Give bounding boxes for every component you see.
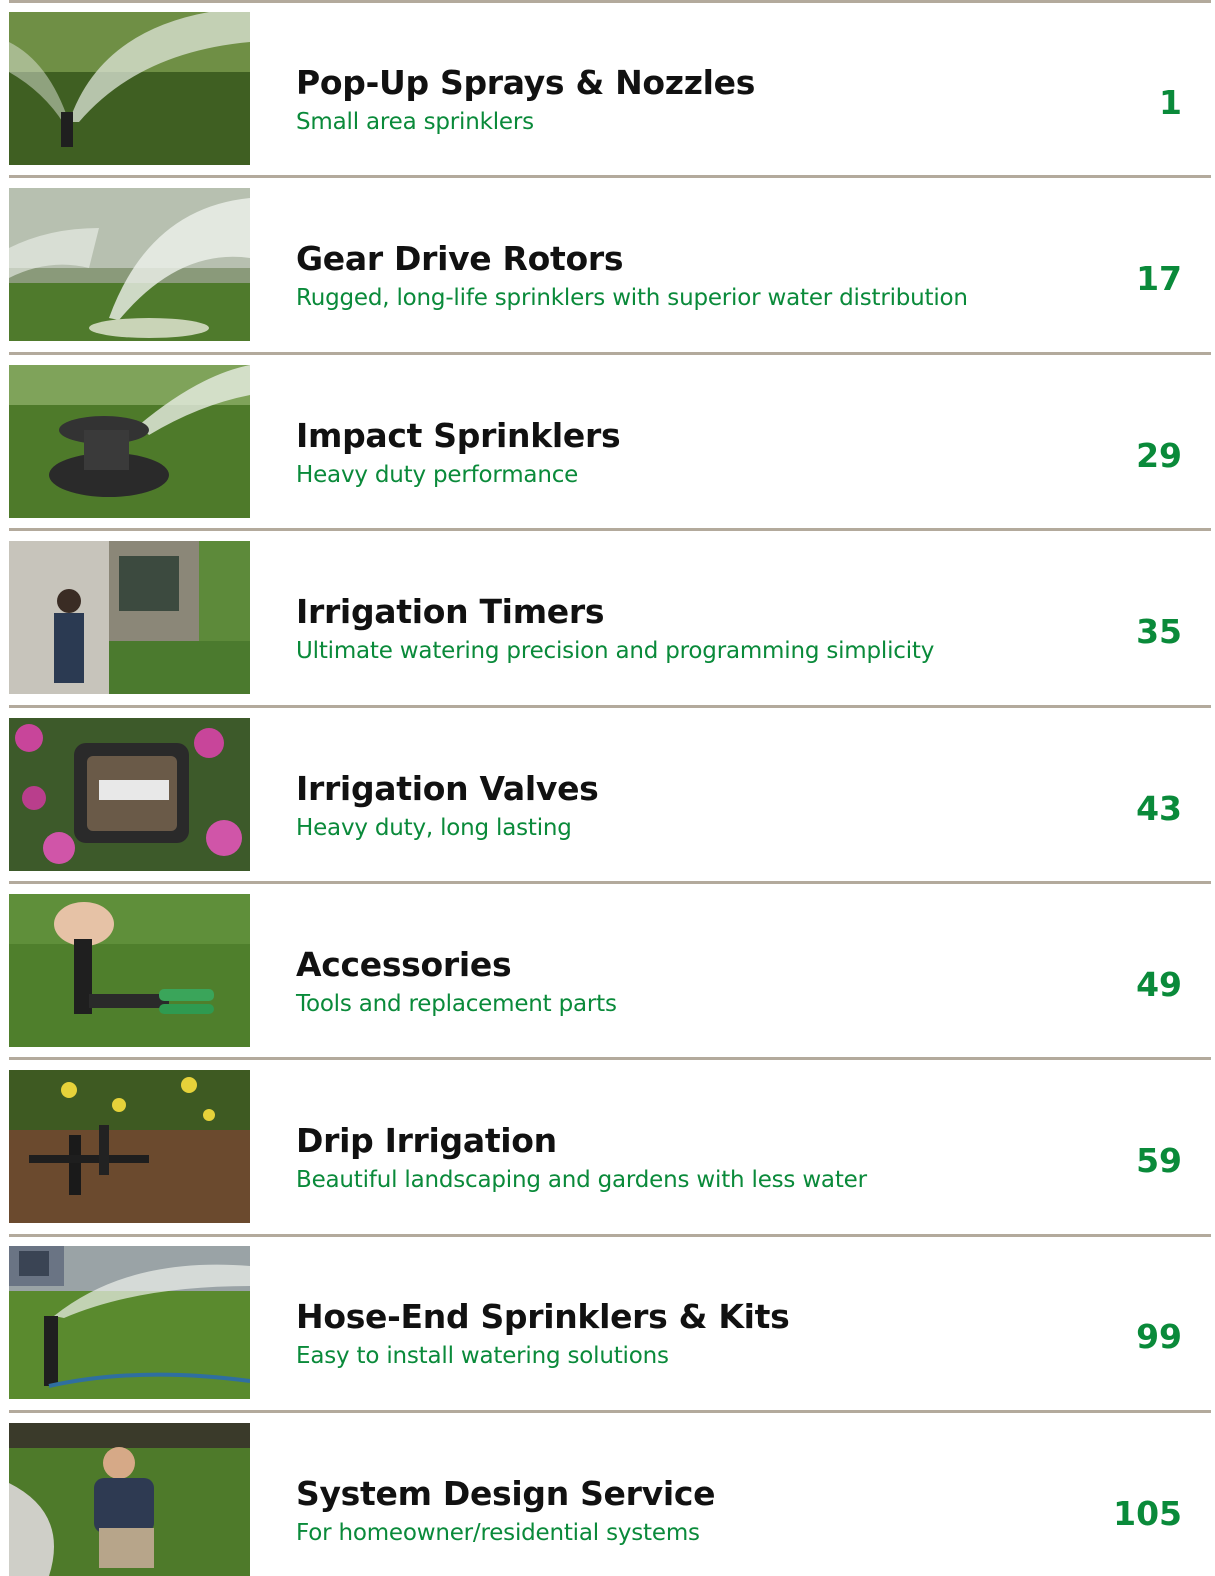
entry-subtitle: Small area sprinklers: [296, 109, 534, 135]
entry-page-number: 1: [1159, 83, 1182, 122]
toc-entry-impact-sprinklers[interactable]: Impact Sprinklers Heavy duty performance…: [0, 365, 1215, 518]
entry-page-number: 99: [1136, 1317, 1182, 1356]
entry-title: Accessories: [296, 945, 512, 984]
divider: [9, 528, 1211, 531]
hose-end-sprinkler-photo: [9, 1246, 250, 1399]
entry-title: Irrigation Timers: [296, 592, 605, 631]
toc-entry-accessories[interactable]: Accessories Tools and replacement parts …: [0, 894, 1215, 1047]
entry-subtitle: Heavy duty performance: [296, 462, 579, 488]
entry-title: Hose-End Sprinklers & Kits: [296, 1297, 790, 1336]
entry-title: Drip Irrigation: [296, 1121, 557, 1160]
entry-subtitle: Tools and replacement parts: [296, 991, 617, 1017]
toc-entry-drip-irrigation[interactable]: Drip Irrigation Beautiful landscaping an…: [0, 1070, 1215, 1223]
entry-page-number: 43: [1136, 789, 1182, 828]
entry-page-number: 17: [1136, 259, 1182, 298]
entry-page-number: 59: [1136, 1141, 1182, 1180]
toc-entry-hose-end-sprinklers[interactable]: Hose-End Sprinklers & Kits Easy to insta…: [0, 1246, 1215, 1399]
entry-page-number: 105: [1113, 1494, 1182, 1533]
entry-title: Impact Sprinklers: [296, 416, 621, 455]
divider: [9, 1234, 1211, 1237]
entry-title: Pop-Up Sprays & Nozzles: [296, 63, 756, 102]
toc-entry-gear-drive-rotors[interactable]: Gear Drive Rotors Rugged, long-life spri…: [0, 188, 1215, 341]
pop-up-spray-photo: [9, 12, 250, 165]
divider: [9, 881, 1211, 884]
divider: [9, 352, 1211, 355]
entry-title: Gear Drive Rotors: [296, 239, 624, 278]
accessories-photo: [9, 894, 250, 1047]
divider: [9, 1057, 1211, 1060]
divider: [9, 1410, 1211, 1413]
impact-sprinkler-photo: [9, 365, 250, 518]
drip-irrigation-photo: [9, 1070, 250, 1223]
toc-entry-irrigation-timers[interactable]: Irrigation Timers Ultimate watering prec…: [0, 541, 1215, 694]
entry-subtitle: Beautiful landscaping and gardens with l…: [296, 1167, 867, 1193]
divider: [9, 175, 1211, 178]
entry-subtitle: Heavy duty, long lasting: [296, 815, 572, 841]
gear-drive-rotor-photo: [9, 188, 250, 341]
entry-subtitle: Easy to install watering solutions: [296, 1343, 669, 1369]
toc-entry-irrigation-valves[interactable]: Irrigation Valves Heavy duty, long lasti…: [0, 718, 1215, 871]
entry-title: System Design Service: [296, 1474, 716, 1513]
entry-subtitle: Ultimate watering precision and programm…: [296, 638, 935, 664]
toc-entry-system-design-service[interactable]: System Design Service For homeowner/resi…: [0, 1423, 1215, 1576]
irrigation-timer-photo: [9, 541, 250, 694]
entry-title: Irrigation Valves: [296, 769, 599, 808]
divider: [9, 0, 1211, 3]
irrigation-valve-photo: [9, 718, 250, 871]
entry-subtitle: Rugged, long-life sprinklers with superi…: [296, 285, 968, 311]
entry-subtitle: For homeowner/residential systems: [296, 1520, 700, 1546]
divider: [9, 705, 1211, 708]
entry-page-number: 29: [1136, 436, 1182, 475]
entry-page-number: 49: [1136, 965, 1182, 1004]
entry-page-number: 35: [1136, 612, 1182, 651]
system-design-photo: [9, 1423, 250, 1576]
toc-entry-pop-up-sprays[interactable]: Pop-Up Sprays & Nozzles Small area sprin…: [0, 12, 1215, 165]
